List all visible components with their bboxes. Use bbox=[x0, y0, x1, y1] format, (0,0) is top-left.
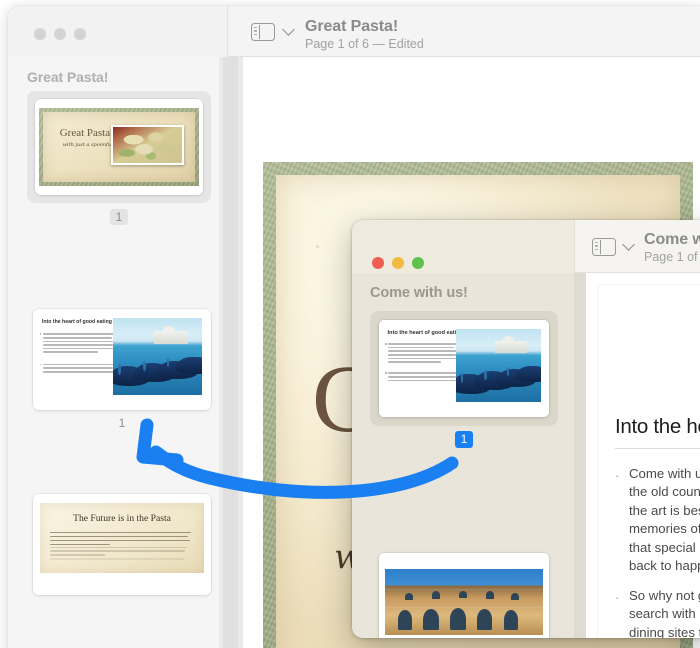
back-slide2-title: Into the heart of good eating bbox=[41, 319, 112, 326]
back-thumbnail-3[interactable]: The Future is in the Pasta bbox=[33, 494, 211, 596]
sidebar-toggle-icon bbox=[592, 238, 616, 256]
back-slide2-bullet-1 bbox=[39, 333, 121, 355]
front-document-bullet-2: · So why not go search with us dining si… bbox=[615, 587, 700, 638]
minimize-button[interactable] bbox=[54, 28, 66, 40]
back-slide3-para-1 bbox=[49, 531, 194, 548]
bullet-marker-icon: · bbox=[615, 590, 620, 605]
front-document-rule bbox=[615, 448, 700, 449]
chevron-down-icon bbox=[282, 23, 295, 36]
front-document-heading: Into the hea bbox=[615, 415, 700, 438]
back-window-document-info: Great Pasta! Page 1 of 6 — Edited bbox=[305, 18, 424, 52]
front-slide1-bullet-1 bbox=[385, 343, 463, 365]
back-thumbnail-2[interactable]: Into the heart of good eating 1 bbox=[33, 309, 211, 430]
sidebar-toggle-icon bbox=[251, 23, 275, 41]
minimize-button[interactable] bbox=[392, 257, 404, 269]
front-thumbnail-1-number-wrap: 1 bbox=[370, 430, 558, 448]
front-thumbnail-1-slide[interactable]: Into the heart of good eating bbox=[379, 320, 549, 417]
bullet-marker-icon: · bbox=[615, 468, 620, 483]
front-slide1-bullet-2 bbox=[385, 372, 463, 383]
back-window-toolbar bbox=[228, 6, 700, 57]
front-view-options-button[interactable] bbox=[622, 238, 635, 251]
back-slide2-bullet-2 bbox=[39, 363, 121, 375]
back-window-traffic-lights bbox=[34, 28, 86, 40]
zoom-button[interactable] bbox=[412, 257, 424, 269]
back-sidebar-toggle-button[interactable] bbox=[251, 23, 275, 41]
front-document-title: Come w bbox=[644, 231, 700, 248]
back-thumbnail-1-selection: Great Pasta with just a spoonful of love bbox=[27, 91, 211, 203]
screenshot-stage: Great Pasta! Page 1 of 6 — Edited Great … bbox=[0, 0, 700, 648]
close-button[interactable] bbox=[34, 28, 46, 40]
back-thumbnail-2-slide[interactable]: Into the heart of good eating bbox=[33, 309, 211, 411]
back-thumbnail-1[interactable]: Great Pasta with just a spoonful of love… bbox=[27, 91, 211, 225]
front-document-page: Into the hea · Come with us the old coun… bbox=[598, 285, 700, 638]
back-slide3-title: The Future is in the Pasta bbox=[73, 512, 171, 524]
front-slide1-title: Into the heart of good eating bbox=[387, 329, 464, 336]
zoom-button[interactable] bbox=[74, 28, 86, 40]
back-thumbnail-1-number: 1 bbox=[109, 208, 129, 225]
front-window-sidebar[interactable]: Come with us! Into the heart of good eat… bbox=[352, 273, 574, 638]
back-thumbnail-1-number-wrap: 1 bbox=[27, 208, 211, 225]
front-window-document-info: Come w Page 1 of bbox=[644, 231, 700, 265]
back-slide1-title: Great Pasta bbox=[59, 127, 111, 140]
front-sidebar-title: Come with us! bbox=[370, 285, 468, 301]
close-button[interactable] bbox=[372, 257, 384, 269]
colosseum-photo bbox=[384, 568, 544, 635]
front-thumbnail-1-selection: Into the heart of good eating bbox=[370, 311, 558, 426]
foreground-window[interactable]: Come w Page 1 of Come with us! Into the … bbox=[352, 220, 700, 638]
back-window-sidebar[interactable]: Great Pasta! Great Pasta with just a spo… bbox=[8, 57, 219, 648]
back-slide3-para-3 bbox=[49, 558, 194, 562]
front-document-bullet-1-text: Come with us the old country the art is … bbox=[629, 466, 700, 574]
back-thumbnail-3-slide[interactable]: The Future is in the Pasta bbox=[33, 494, 211, 596]
front-sidebar-divider bbox=[574, 273, 586, 638]
back-slide3-para-2 bbox=[49, 546, 194, 559]
back-sidebar-scrollbar[interactable] bbox=[219, 57, 243, 648]
front-sidebar-toggle-button[interactable] bbox=[592, 238, 616, 256]
back-sidebar-title: Great Pasta! bbox=[27, 69, 109, 85]
front-window-traffic-lights bbox=[372, 257, 424, 269]
front-document-bullet-2-text: So why not go search with us dining site… bbox=[629, 588, 700, 638]
front-thumbnail-1[interactable]: Into the heart of good eating 1 bbox=[370, 311, 558, 448]
back-document-subtitle: Page 1 of 6 — Edited bbox=[305, 37, 424, 51]
front-thumbnail-2-slide[interactable]: Look up and marvel The best is around th… bbox=[379, 553, 549, 638]
front-window-document-canvas[interactable]: Into the hea · Come with us the old coun… bbox=[586, 273, 700, 638]
venice-gondolas-photo bbox=[455, 328, 541, 403]
pasta-photo bbox=[111, 124, 185, 165]
back-document-title: Great Pasta! bbox=[305, 18, 399, 35]
back-view-options-button[interactable] bbox=[282, 23, 295, 36]
front-thumbnail-1-number: 1 bbox=[454, 430, 474, 448]
chevron-down-icon bbox=[622, 238, 635, 251]
venice-gondolas-photo bbox=[113, 318, 203, 396]
back-thumbnail-1-slide[interactable]: Great Pasta with just a spoonful of love bbox=[35, 99, 203, 195]
front-document-subtitle: Page 1 of bbox=[644, 250, 698, 264]
back-thumbnail-2-number: 1 bbox=[118, 416, 126, 431]
front-thumbnail-2[interactable]: Look up and marvel The best is around th… bbox=[379, 553, 549, 638]
front-document-bullet-1: · Come with us the old country the art i… bbox=[615, 465, 700, 575]
